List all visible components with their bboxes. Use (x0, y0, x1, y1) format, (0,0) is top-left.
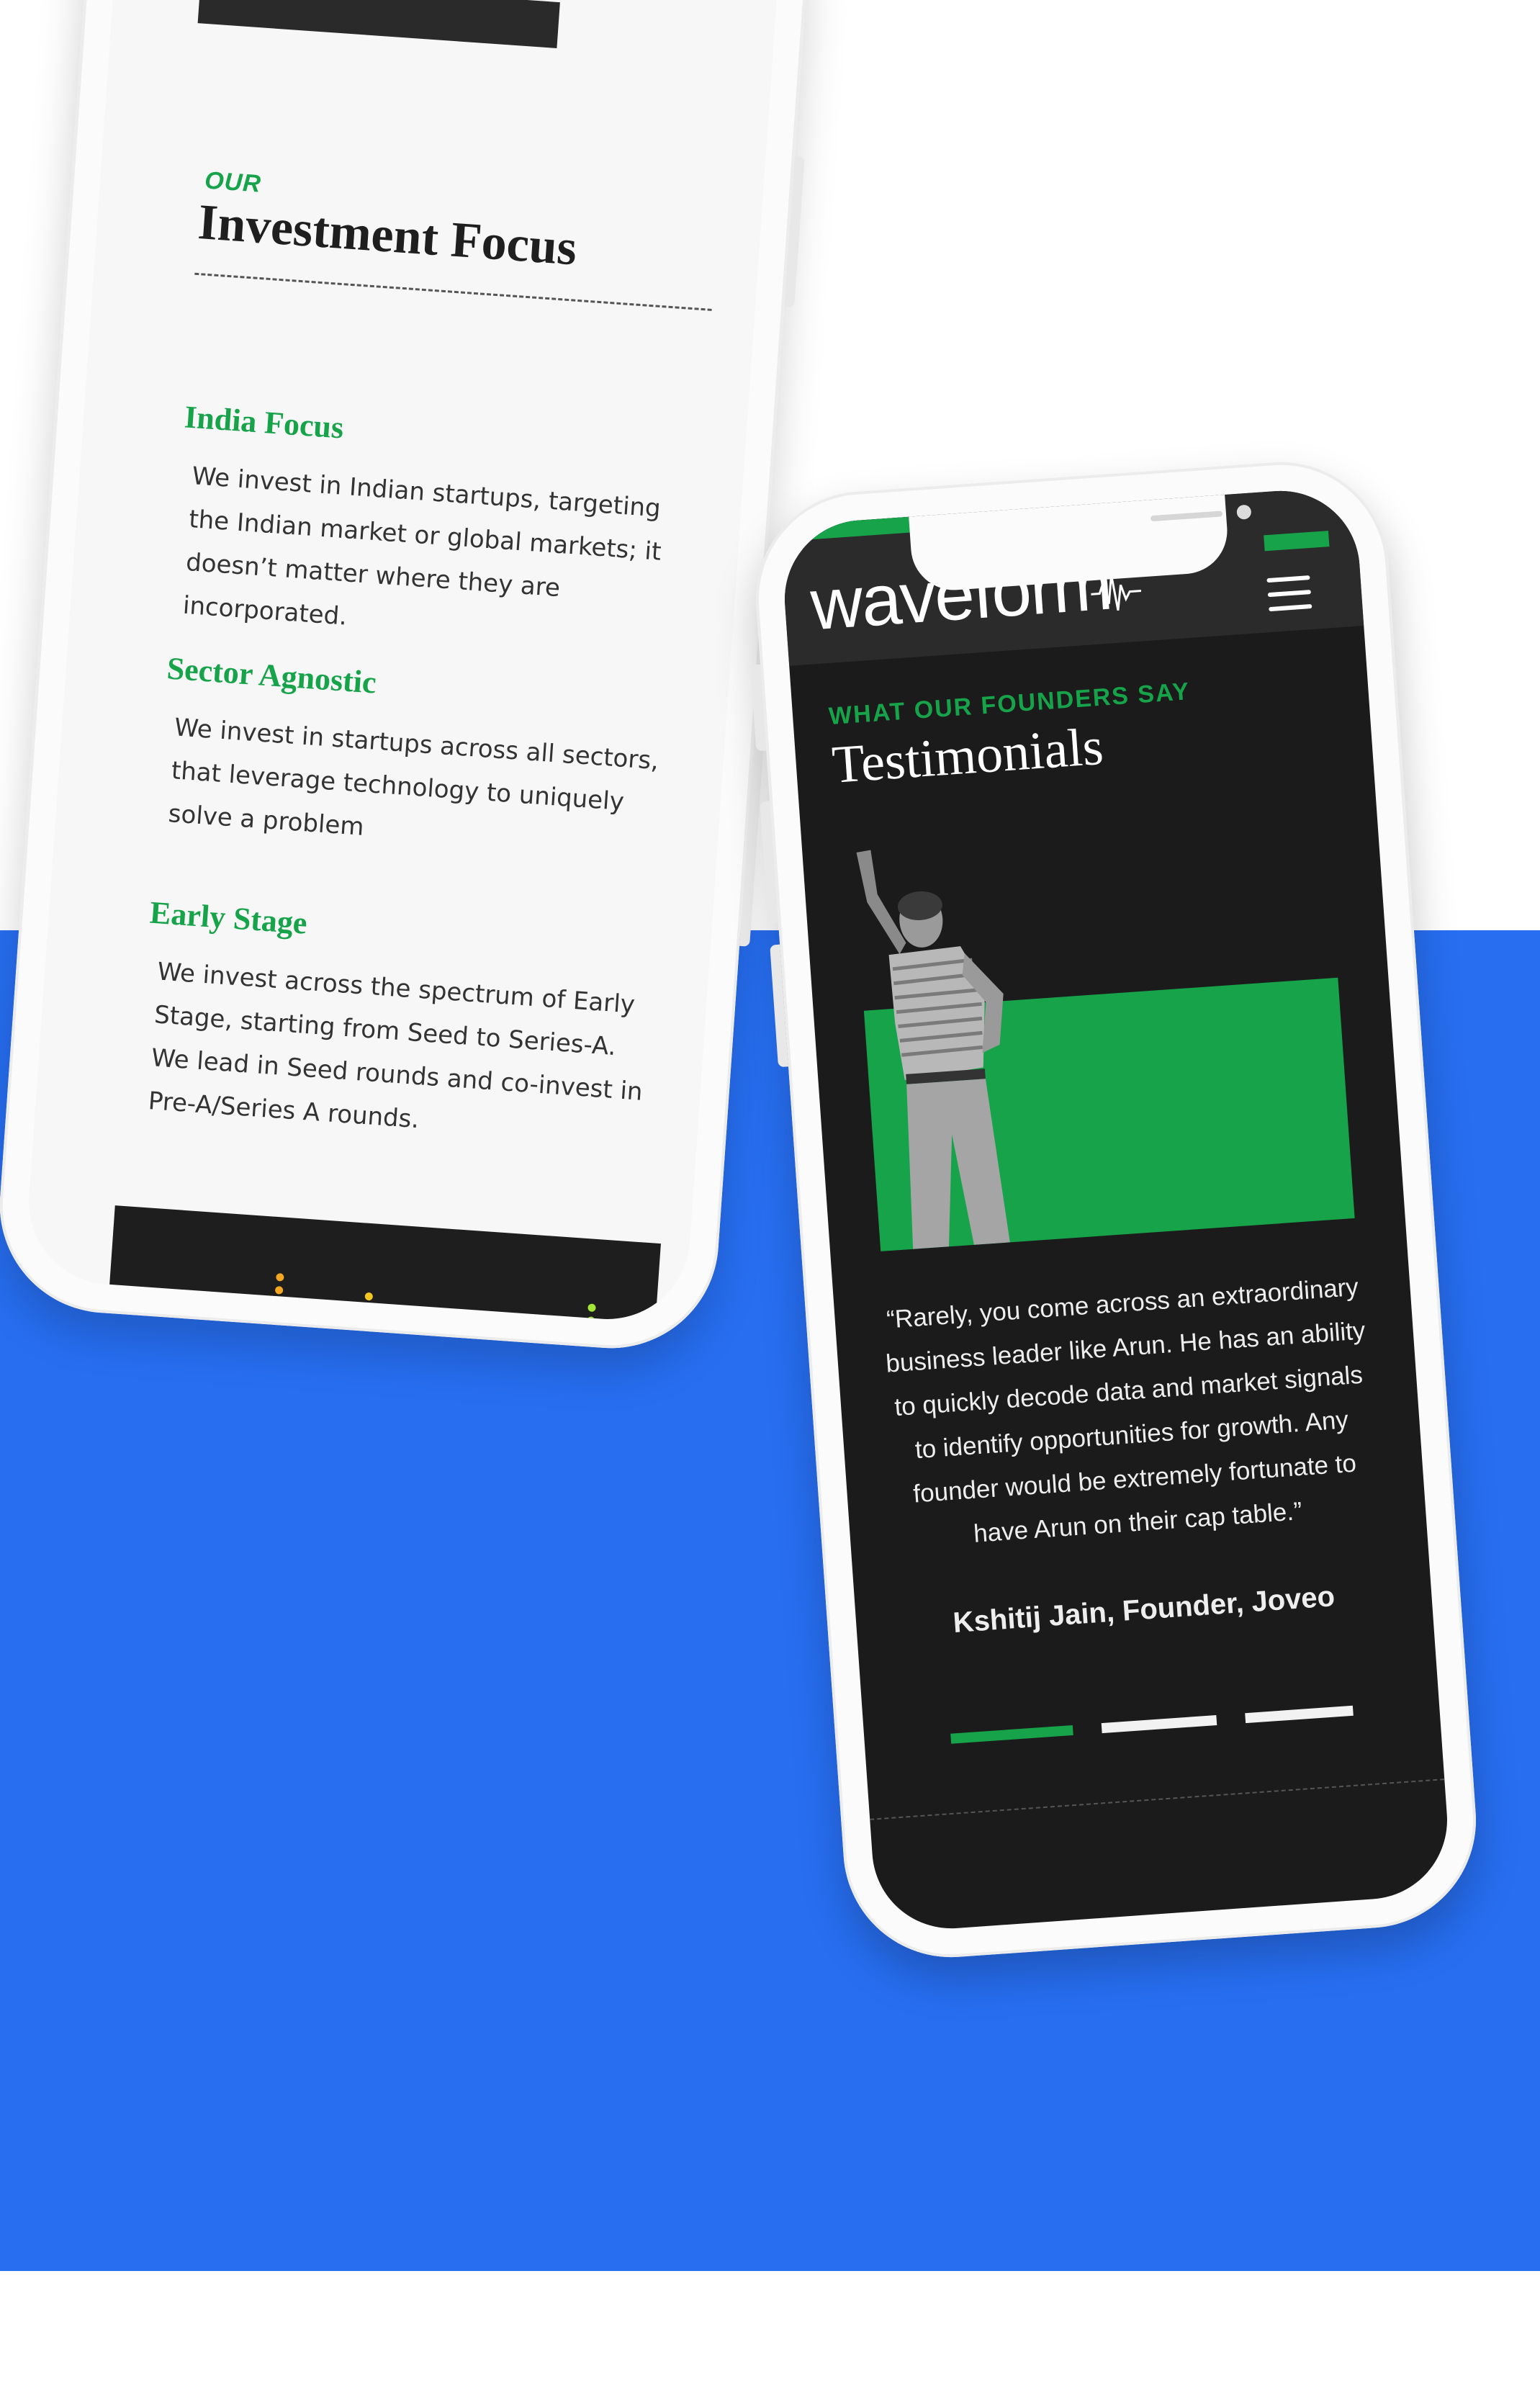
testimonial-author: Kshitij Jain, Founder, Joveo (952, 1580, 1336, 1640)
top-bar (197, 0, 560, 49)
waveform-dot (586, 1316, 595, 1325)
section-divider (194, 272, 712, 311)
phone-side-button (760, 801, 779, 924)
header-accent-bar (1264, 531, 1330, 552)
waveform-footer-strip (104, 1205, 661, 1325)
waveform-dot (364, 1292, 374, 1301)
waveform-dot (364, 1305, 372, 1314)
phone-mockup-testimonials: waveform WHAT OUR FOUNDERS SAY Testimoni… (748, 454, 1484, 1965)
testimonial-quote: “Rarely, you come across an extraordinar… (885, 1272, 1366, 1548)
phone-screen: waveform WHAT OUR FOUNDERS SAY Testimoni… (779, 485, 1453, 1934)
speaker-grill (1150, 511, 1223, 522)
section-title: Investment Focus (196, 194, 579, 276)
front-camera (1236, 504, 1252, 520)
section-title: Testimonials (830, 716, 1106, 795)
focus-body: We invest in startups across all sectors… (167, 713, 660, 842)
waveform-dot (274, 1298, 283, 1308)
focus-item-early-stage: Early Stage We invest across the spectru… (135, 894, 668, 1158)
phone-notch (908, 492, 1252, 593)
focus-body: We invest in Indian startups, targeting … (181, 462, 662, 631)
section-divider (870, 1778, 1445, 1820)
waveform-dot (274, 1285, 284, 1295)
carousel-indicator[interactable] (1245, 1705, 1354, 1724)
waveform-dot (362, 1318, 372, 1325)
waveform-dot (273, 1311, 282, 1321)
focus-item-sector: Sector Agnostic We invest in startups ac… (156, 649, 685, 871)
carousel-indicator-active[interactable] (950, 1724, 1073, 1744)
waveform-dot (276, 1273, 284, 1282)
section-eyebrow: OUR (204, 166, 263, 198)
waveform-dot (587, 1303, 596, 1313)
carousel-indicators (950, 1705, 1354, 1744)
site-header: waveform (779, 485, 1364, 666)
phone-side-button (784, 156, 805, 307)
focus-body: We invest across the spectrum of Early S… (147, 957, 644, 1135)
focus-item-india: India Focus We invest in Indian startups… (170, 398, 703, 662)
phone-mockup-investment-focus: OUR Investment Focus India Focus We inve… (0, 0, 814, 1356)
header-accent-bar (779, 516, 910, 542)
hamburger-menu-icon[interactable] (1266, 575, 1312, 621)
phone-screen: OUR Investment Focus India Focus We inve… (23, 0, 783, 1325)
waveform-dot (377, 1318, 386, 1325)
person-figure (856, 850, 1010, 1249)
phone-side-button (739, 730, 765, 947)
founder-photo (830, 805, 1355, 1254)
carousel-indicator[interactable] (1101, 1714, 1217, 1734)
